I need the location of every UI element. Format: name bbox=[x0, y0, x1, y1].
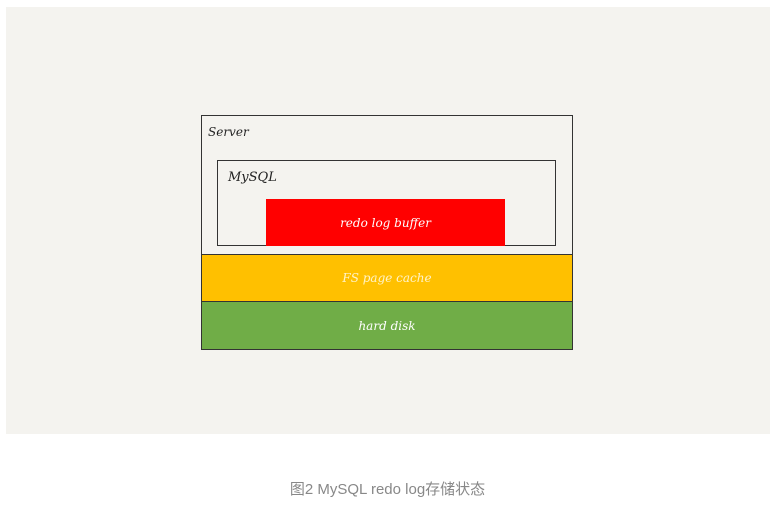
fs-page-cache-label: FS page cache bbox=[342, 271, 432, 285]
redo-log-buffer-label: redo log buffer bbox=[340, 215, 431, 230]
diagram-canvas: Server MySQL redo log buffer FS page cac… bbox=[6, 7, 770, 434]
mysql-box: MySQL redo log buffer bbox=[217, 160, 556, 246]
server-label: Server bbox=[208, 125, 249, 139]
redo-log-buffer-box: redo log buffer bbox=[266, 199, 505, 246]
hard-disk-layer: hard disk bbox=[202, 302, 572, 349]
page: Server MySQL redo log buffer FS page cac… bbox=[0, 0, 775, 506]
fs-page-cache-layer: FS page cache bbox=[202, 254, 572, 302]
mysql-label: MySQL bbox=[228, 170, 277, 185]
server-box: Server MySQL redo log buffer FS page cac… bbox=[201, 115, 573, 350]
figure-caption: 图2 MySQL redo log存储状态 bbox=[289, 481, 486, 498]
hard-disk-label: hard disk bbox=[358, 318, 416, 333]
